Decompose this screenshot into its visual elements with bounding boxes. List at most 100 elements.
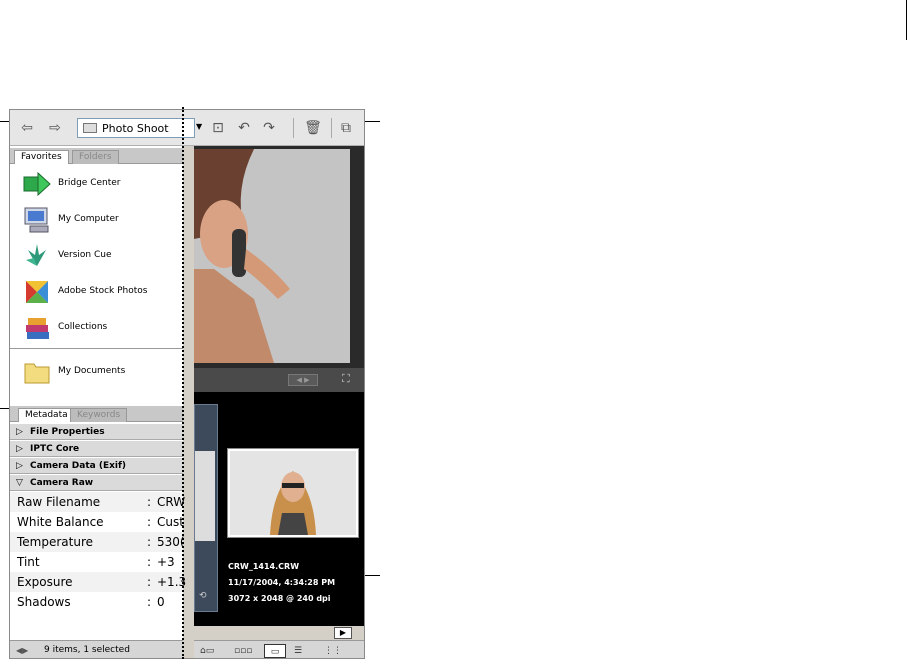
metadata-colon: : [147,515,152,529]
thumbnail-nav-strip: ▶ [194,626,364,640]
toolbar: ⇦ ⇨ Photo Shoot ▼ ⊡ ↶ ↷ 🗑 ⧉ [10,110,364,146]
preview-pane [194,146,364,368]
metadata-colon: : [147,555,152,569]
location-dropdown[interactable]: Photo Shoot [77,118,195,138]
favorite-item-bridge-center[interactable]: Bridge Center [10,166,183,202]
metadata-row: White Balance : Cust [10,512,184,532]
favorite-item-my-documents[interactable]: My Documents [10,354,183,390]
playback-bar: ◀ ▶ ⛶ [194,368,364,392]
expand-triangle-icon: ▷ [16,427,23,437]
folder-icon [24,363,50,384]
metadata-key: Shadows [17,595,71,609]
expand-triangle-icon: ▷ [16,461,23,471]
tab-metadata[interactable]: Metadata [18,408,75,422]
details-view-icon[interactable]: ☰ [294,644,302,658]
metadata-colon: : [147,535,152,549]
compact-mode-icon[interactable]: ⧉ [337,119,355,137]
status-bar: ◀▶ 9 items, 1 selected [10,640,183,658]
content-panel: ◀ ▶ ⛶ ⟲ CRW_1414.CRW 11/17/2004, 4:34:28… [194,146,364,658]
thumbnail-dimensions: 3072 x 2048 @ 240 dpi [228,594,331,603]
collections-icon [26,318,49,339]
metadata-row: Shadows : 0 [10,592,183,612]
metadata-key: Tint [17,555,40,569]
metadata-colon: : [147,575,152,589]
metadata-value: 530( [157,535,185,549]
filmstrip-toggle-icon[interactable]: ⌂▭ [200,644,214,658]
section-camera-data-exif[interactable]: ▷ Camera Data (Exif) [10,458,183,474]
favorite-label: Collections [58,322,108,332]
toolbar-separator [293,118,294,138]
expand-triangle-icon: ▷ [16,444,23,454]
thumbnail-image [230,451,356,535]
metadata-key: Temperature [17,535,94,549]
preview-photo [194,149,350,363]
metadata-row: Tint : +3 [10,552,183,572]
favorite-label: Version Cue [58,250,112,260]
rotate-right-icon[interactable]: ↷ [260,119,278,137]
metadata-key: Raw Filename [17,495,101,509]
panel-toggle-icon[interactable]: ◀▶ [16,642,28,658]
favorites-tabbar: Favorites Folders [10,148,183,164]
toolbar-separator [331,118,332,138]
chevron-down-icon[interactable]: ▼ [196,122,202,131]
thumbnails-view-icon[interactable]: ▫▫▫ [234,644,252,658]
metadata-colon: : [147,495,152,509]
computer-icon [24,207,49,233]
favorite-label: Bridge Center [58,178,121,188]
collapse-triangle-icon: ▽ [16,478,23,488]
left-panel: Favorites Folders Bridge Center My Compu… [10,146,186,658]
bridge-center-icon [23,171,51,197]
favorite-label: My Computer [58,214,119,224]
thumbnail-filename: CRW_1414.CRW [228,562,300,571]
forward-arrow-icon[interactable]: ⇨ [46,119,64,137]
filmstrip-view-icon[interactable]: ▭ [264,644,286,658]
rotate-left-icon[interactable]: ↶ [235,119,253,137]
section-file-properties[interactable]: ▷ File Properties [10,424,183,440]
back-arrow-icon[interactable]: ⇦ [18,119,36,137]
section-camera-raw[interactable]: ▽ Camera Raw [10,475,183,491]
metadata-value: 0 [157,595,165,609]
metadata-key: White Balance [17,515,104,529]
next-arrow-button[interactable]: ▶ [334,627,352,639]
rotate-thumb-icon[interactable]: ⟲ [199,591,207,601]
metadata-value: +3 [157,555,175,569]
metadata-value: CRW [157,495,186,509]
section-label: Camera Raw [30,478,94,488]
tab-favorites[interactable]: Favorites [14,150,69,164]
thumbnail-previous[interactable]: ⟲ [194,404,218,612]
tab-keywords[interactable]: Keywords [70,408,128,422]
favorite-label: Adobe Stock Photos [58,286,148,296]
favorite-label: My Documents [58,366,126,376]
thumbnail-date: 11/17/2004, 4:34:28 PM [228,578,336,587]
view-toolbar: ⌂▭ ▫▫▫ ▭ ☰ ⋮⋮ [194,640,364,658]
metadata-tabbar: Metadata Keywords [10,406,183,422]
metadata-key: Exposure [17,575,73,589]
tab-folders[interactable]: Folders [72,150,119,164]
loupe-icon[interactable]: ⛶ [342,372,350,386]
favorite-item-my-computer[interactable]: My Computer [10,202,183,238]
section-label: IPTC Core [30,444,80,454]
favorite-item-collections[interactable]: Collections [10,310,183,346]
section-iptc-core[interactable]: ▷ IPTC Core [10,441,183,457]
panel-divider[interactable] [182,107,184,659]
metadata-colon: : [147,595,152,609]
thumbnail-previous-image [195,451,215,541]
bridge-window: ⇦ ⇨ Photo Shoot ▼ ⊡ ↶ ↷ 🗑 ⧉ Favorites Fo… [9,109,365,659]
location-label: Photo Shoot [102,122,169,135]
versions-view-icon[interactable]: ⋮⋮ [324,644,342,658]
section-label: File Properties [30,427,105,437]
favorite-item-version-cue[interactable]: Version Cue [10,238,183,274]
metadata-row: Raw Filename : CRW [10,492,186,512]
favorite-item-adobe-stock-photos[interactable]: Adobe Stock Photos [10,274,183,310]
thumbnail-selected[interactable] [227,448,359,538]
trash-icon[interactable]: 🗑 [304,119,322,137]
new-folder-icon[interactable]: ⊡ [209,119,227,137]
page-nav-control[interactable]: ◀ ▶ [288,374,318,386]
metadata-row: Temperature : 530( [10,532,185,552]
section-label: Camera Data (Exif) [30,461,127,471]
callout-line-compact [364,121,380,122]
thumbnail-area: ⟲ CRW_1414.CRW 11/17/2004, 4:34:28 PM 30… [194,400,364,626]
folder-icon [83,123,97,133]
page-edge-mark [906,0,907,40]
favorites-separator [10,348,183,349]
